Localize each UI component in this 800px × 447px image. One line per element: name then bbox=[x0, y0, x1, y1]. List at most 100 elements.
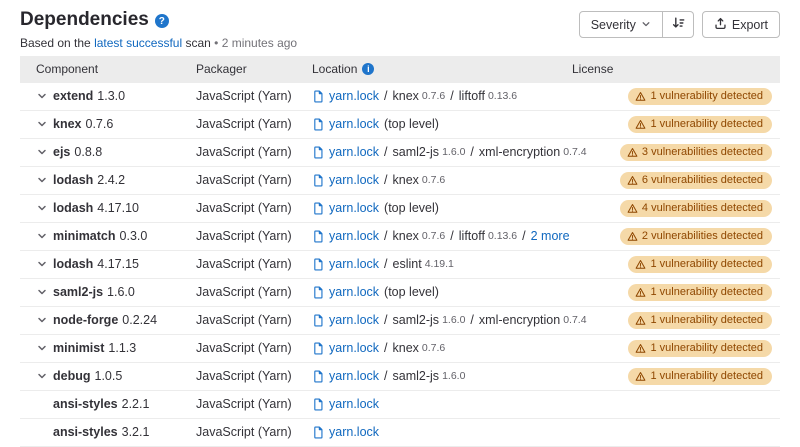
warning-triangle-icon bbox=[627, 231, 638, 242]
table-row: ansi-styles2.2.1JavaScript (Yarn)yarn.lo… bbox=[20, 391, 780, 419]
vulnerability-badge[interactable]: 1 vulnerability detected bbox=[628, 368, 772, 385]
badge-cell: 1 vulnerability detected bbox=[656, 88, 780, 105]
severity-dropdown-label: Severity bbox=[591, 18, 636, 32]
vulnerability-badge-label: 1 vulnerability detected bbox=[650, 118, 763, 130]
component-version: 0.7.6 bbox=[86, 117, 114, 131]
dependencies-table: Component Packager Location i License ex… bbox=[20, 56, 780, 447]
badge-cell: 1 vulnerability detected bbox=[656, 312, 780, 329]
component-name: node-forge bbox=[53, 313, 118, 327]
packager-cell: JavaScript (Yarn) bbox=[196, 117, 312, 131]
location-file-link[interactable]: yarn.lock bbox=[329, 201, 379, 215]
column-header-license[interactable]: License bbox=[572, 62, 656, 76]
help-question-icon[interactable]: ? bbox=[155, 14, 169, 28]
location-file-link[interactable]: yarn.lock bbox=[329, 397, 379, 411]
file-icon bbox=[312, 314, 324, 327]
row-expand-chevron-icon[interactable] bbox=[34, 340, 50, 356]
location-cell: yarn.lock/saml2-js1.6.0/xml-encryption0.… bbox=[312, 145, 572, 159]
vulnerability-badge[interactable]: 1 vulnerability detected bbox=[628, 88, 772, 105]
location-cell: yarn.lock bbox=[312, 425, 572, 439]
vulnerability-badge[interactable]: 1 vulnerability detected bbox=[628, 340, 772, 357]
file-icon bbox=[312, 398, 324, 411]
component-name: extend bbox=[53, 89, 93, 103]
dependency-path-version: 0.13.6 bbox=[488, 90, 517, 102]
location-file-link[interactable]: yarn.lock bbox=[329, 313, 379, 327]
location-file-link[interactable]: yarn.lock bbox=[329, 257, 379, 271]
vulnerability-badge-label: 1 vulnerability detected bbox=[650, 342, 763, 354]
location-file-link[interactable]: yarn.lock bbox=[329, 145, 379, 159]
path-separator: / bbox=[384, 313, 387, 327]
vulnerability-badge[interactable]: 1 vulnerability detected bbox=[628, 256, 772, 273]
file-icon bbox=[312, 174, 324, 187]
dependency-path-version: 0.7.6 bbox=[422, 230, 445, 242]
sort-button-group: Severity bbox=[579, 11, 694, 38]
location-file-link[interactable]: yarn.lock bbox=[329, 369, 379, 383]
file-icon bbox=[312, 342, 324, 355]
component-name: minimist bbox=[53, 341, 104, 355]
location-file-link[interactable]: yarn.lock bbox=[329, 425, 379, 439]
chevron-down-icon bbox=[641, 18, 651, 32]
location-cell: yarn.lock/saml2-js1.6.0/xml-encryption0.… bbox=[312, 313, 572, 327]
vulnerability-badge-label: 1 vulnerability detected bbox=[650, 286, 763, 298]
location-file-link[interactable]: yarn.lock bbox=[329, 173, 379, 187]
row-expand-chevron-icon[interactable] bbox=[34, 256, 50, 272]
severity-dropdown-button[interactable]: Severity bbox=[579, 11, 663, 38]
file-icon bbox=[312, 370, 324, 383]
dependency-path-name: knex bbox=[393, 173, 419, 187]
vulnerability-badge[interactable]: 2 vulnerabilities detected bbox=[620, 228, 772, 245]
badge-cell: 3 vulnerabilities detected bbox=[656, 144, 780, 161]
location-file-link[interactable]: yarn.lock bbox=[329, 285, 379, 299]
dependency-path-version: 1.6.0 bbox=[442, 146, 465, 158]
location-file-link[interactable]: yarn.lock bbox=[329, 341, 379, 355]
column-header-location[interactable]: Location i bbox=[312, 62, 572, 76]
packager-cell: JavaScript (Yarn) bbox=[196, 369, 312, 383]
location-file-link[interactable]: yarn.lock bbox=[329, 117, 379, 131]
row-expand-chevron-icon[interactable] bbox=[34, 368, 50, 384]
location-info-icon[interactable]: i bbox=[362, 63, 374, 75]
row-expand-chevron-icon[interactable] bbox=[34, 284, 50, 300]
table-row: extend1.3.0JavaScript (Yarn)yarn.lock/kn… bbox=[20, 83, 780, 111]
vulnerability-badge[interactable]: 3 vulnerabilities detected bbox=[620, 144, 772, 161]
component-cell: debug1.0.5 bbox=[20, 368, 196, 384]
latest-successful-scan-link[interactable]: latest successful bbox=[94, 36, 182, 50]
table-row: lodash4.17.10JavaScript (Yarn)yarn.lock(… bbox=[20, 195, 780, 223]
location-cell: yarn.lock/knex0.7.6 bbox=[312, 341, 572, 355]
row-expand-chevron-icon[interactable] bbox=[34, 172, 50, 188]
location-cell: yarn.lock(top level) bbox=[312, 285, 572, 299]
row-expand-chevron-icon[interactable] bbox=[34, 312, 50, 328]
path-separator: / bbox=[384, 257, 387, 271]
vulnerability-badge[interactable]: 1 vulnerability detected bbox=[628, 116, 772, 133]
badge-cell: 1 vulnerability detected bbox=[656, 116, 780, 133]
export-button[interactable]: Export bbox=[702, 11, 780, 38]
page-header: Dependencies ? Based on the latest succe… bbox=[0, 0, 800, 50]
file-icon bbox=[312, 202, 324, 215]
row-expand-chevron-icon[interactable] bbox=[34, 144, 50, 160]
vulnerability-badge[interactable]: 4 vulnerabilities detected bbox=[620, 200, 772, 217]
row-expand-chevron-icon[interactable] bbox=[34, 200, 50, 216]
more-locations-link[interactable]: 2 more bbox=[531, 229, 570, 243]
table-row: ejs0.8.8JavaScript (Yarn)yarn.lock/saml2… bbox=[20, 139, 780, 167]
sort-direction-button[interactable] bbox=[663, 11, 694, 38]
component-version: 1.0.5 bbox=[95, 369, 123, 383]
component-version: 1.1.3 bbox=[108, 341, 136, 355]
vulnerability-badge-label: 1 vulnerability detected bbox=[650, 314, 763, 326]
location-file-link[interactable]: yarn.lock bbox=[329, 229, 379, 243]
dependency-path-version: 0.13.6 bbox=[488, 230, 517, 242]
component-cell: knex0.7.6 bbox=[20, 116, 196, 132]
location-file-link[interactable]: yarn.lock bbox=[329, 89, 379, 103]
component-cell: lodash4.17.10 bbox=[20, 200, 196, 216]
row-expand-chevron-icon[interactable] bbox=[34, 116, 50, 132]
warning-triangle-icon bbox=[635, 259, 646, 270]
vulnerability-badge[interactable]: 1 vulnerability detected bbox=[628, 284, 772, 301]
vulnerability-badge[interactable]: 1 vulnerability detected bbox=[628, 312, 772, 329]
dependency-path-version: 1.6.0 bbox=[442, 314, 465, 326]
column-header-packager[interactable]: Packager bbox=[196, 62, 312, 76]
vulnerability-badge[interactable]: 6 vulnerabilities detected bbox=[620, 172, 772, 189]
row-expand-chevron-icon[interactable] bbox=[34, 228, 50, 244]
component-name: ansi-styles bbox=[53, 397, 118, 411]
file-icon bbox=[312, 90, 324, 103]
location-header-label: Location bbox=[312, 62, 357, 76]
component-name: saml2-js bbox=[53, 285, 103, 299]
row-expand-chevron-icon[interactable] bbox=[34, 88, 50, 104]
location-cell: yarn.lock/knex0.7.6 bbox=[312, 173, 572, 187]
column-header-component[interactable]: Component bbox=[20, 62, 196, 76]
